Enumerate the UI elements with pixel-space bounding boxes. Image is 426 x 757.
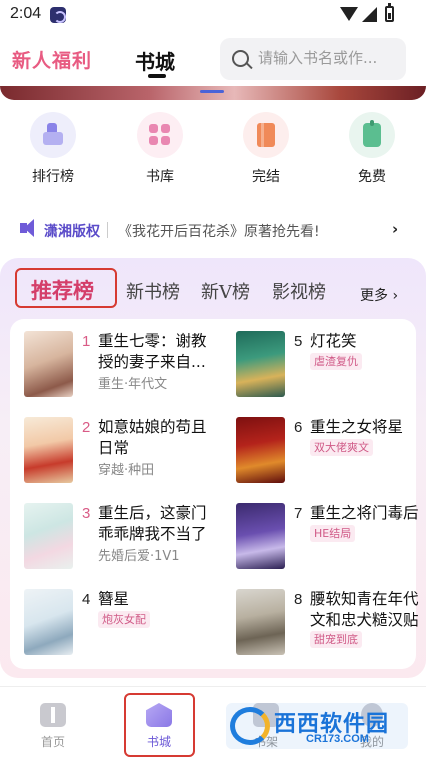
entry-label: 书库: [146, 169, 174, 185]
book-item[interactable]: 1 重生七零：谢教授的妻子来自... 重生·年代文: [10, 331, 207, 403]
book-cover: [236, 589, 285, 655]
library-icon: [149, 124, 171, 146]
more-link[interactable]: 更多 ›: [360, 285, 398, 305]
rank-number: 6: [294, 419, 303, 436]
book-title: 重生之将门毒后: [310, 504, 419, 522]
book-title: 簪星: [98, 590, 130, 608]
book-item[interactable]: 8 腰软知青在年代文和忠犬糙汉贴贴 甜宠到底: [222, 589, 419, 661]
status-bar: 2:04: [0, 0, 426, 30]
home-icon: [40, 703, 66, 727]
completed-icon: [257, 123, 275, 147]
status-time: 2:04: [10, 5, 42, 22]
book-cover: [24, 417, 73, 483]
entry-library[interactable]: 书库: [130, 112, 190, 186]
tab-newbie-welfare[interactable]: 新人福利: [12, 46, 92, 73]
book-category: 穿越·种田: [98, 463, 155, 478]
announcement-bar[interactable]: 潇湘版权 《我花开后百花杀》原著抢先看! ›: [0, 218, 426, 244]
book-cover: [24, 503, 73, 569]
rank-number: 1: [82, 333, 91, 350]
tab-new-books[interactable]: 新书榜: [126, 278, 180, 304]
book-category: 先婚后爱·1V1: [98, 549, 180, 564]
entry-label: 完结: [252, 169, 280, 185]
rank-number: 4: [82, 591, 91, 608]
divider: [107, 222, 108, 238]
rank-number: 7: [294, 505, 303, 522]
book-item[interactable]: 7 重生之将门毒后 HE结局: [222, 503, 419, 575]
entry-ranking[interactable]: 排行榜: [23, 112, 83, 186]
nav-home[interactable]: 首页: [18, 703, 88, 750]
book-title: 重生之女将星: [310, 418, 404, 436]
ranking-card: 推荐榜 新书榜 新V榜 影视榜 更多 › 1 重生七零：谢教授的妻子来自... …: [0, 258, 426, 678]
book-title: 灯花笑: [310, 332, 357, 350]
rank-number: 8: [294, 591, 303, 608]
book-tag: HE结局: [310, 525, 356, 542]
book-item[interactable]: 3 重生后，这豪门乖乖牌我不当了 先婚后爱·1V1: [10, 503, 207, 575]
book-tag: 甜宠到底: [310, 631, 362, 648]
book-cover: [24, 331, 73, 397]
book-item[interactable]: 4 簪星 炮灰女配: [10, 589, 206, 661]
active-nav-highlight: [124, 693, 195, 757]
book-tag: 炮灰女配: [98, 611, 150, 628]
signal-icon: [362, 7, 377, 22]
search-icon: [232, 50, 249, 67]
nav-label: 首页: [40, 735, 65, 749]
book-cover: [236, 331, 285, 397]
book-tag: 虐渣复仇: [310, 353, 362, 370]
ranking-tabs: 推荐榜 新书榜 新V榜 影视榜 更多 ›: [0, 258, 426, 310]
book-item[interactable]: 2 如意姑娘的苟且日常 穿越·种田: [10, 417, 207, 489]
ranking-icon: [43, 123, 63, 145]
top-header: 新人福利 书城: [0, 34, 426, 86]
book-category: 重生·年代文: [98, 377, 168, 392]
book-cover: [236, 417, 285, 483]
entry-label: 排行榜: [32, 169, 74, 185]
active-tab-highlight: [15, 268, 117, 308]
tab-new-v[interactable]: 新V榜: [201, 278, 250, 304]
rank-number: 3: [82, 505, 91, 522]
ranking-list: 1 重生七零：谢教授的妻子来自... 重生·年代文 2 如意姑娘的苟且日常 穿越…: [10, 319, 419, 669]
entry-completed[interactable]: 完结: [236, 112, 296, 186]
tab-bookcity[interactable]: 书城: [135, 46, 175, 75]
book-title: 如意姑娘的苟且日常: [98, 418, 207, 457]
book-tag: 双大佬爽文: [310, 439, 373, 456]
watermark-logo-icon: [230, 707, 270, 745]
announcement-source: 潇湘版权: [44, 224, 100, 240]
book-title: 重生后，这豪门乖乖牌我不当了: [98, 504, 207, 543]
book-title: 重生七零：谢教授的妻子来自...: [98, 332, 207, 371]
watermark: 西西软件园 CR173.COM: [226, 703, 408, 749]
tab-film-tv[interactable]: 影视榜: [272, 278, 326, 304]
speaker-icon: [20, 219, 34, 237]
chevron-right-icon: ›: [392, 220, 399, 238]
entry-label: 免费: [358, 169, 386, 185]
rank-number: 5: [294, 333, 303, 350]
banner-carousel[interactable]: [0, 86, 426, 100]
wifi-icon: [340, 7, 358, 21]
rank-number: 2: [82, 419, 91, 436]
book-cover: [24, 589, 73, 655]
free-tag-icon: [363, 120, 381, 147]
quick-entry-grid: 排行榜 书库 完结 免费: [0, 112, 426, 192]
book-title: 腰软知青在年代文和忠犬糙汉贴贴: [310, 590, 419, 629]
watermark-domain: CR173.COM: [306, 733, 369, 745]
book-item[interactable]: 6 重生之女将星 双大佬爽文: [222, 417, 418, 489]
battery-icon: [385, 3, 394, 22]
entry-free[interactable]: 免费: [342, 112, 402, 186]
active-tab-indicator: [148, 74, 166, 78]
app-notification-icon: [50, 7, 66, 23]
book-item[interactable]: 5 灯花笑 虐渣复仇: [222, 331, 418, 403]
search-box[interactable]: [220, 38, 406, 80]
search-input[interactable]: [258, 49, 398, 67]
book-cover: [236, 503, 285, 569]
banner-indicator: [200, 90, 224, 93]
announcement-text: 《我花开后百花杀》原著抢先看!: [118, 224, 320, 240]
